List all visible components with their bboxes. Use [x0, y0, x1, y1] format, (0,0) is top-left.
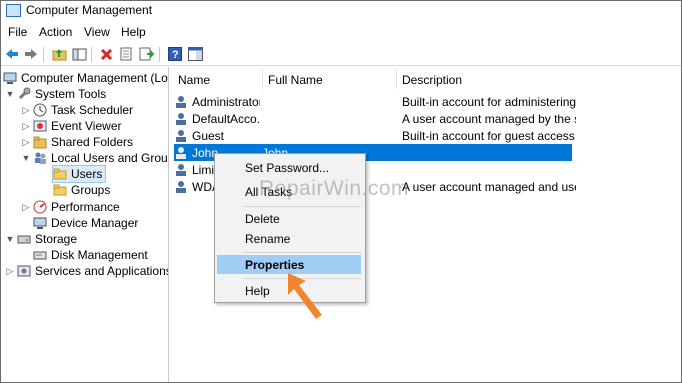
user-row-defaultaccount[interactable]: DefaultAcco... A user account managed by…: [174, 110, 576, 127]
tree-node-groups[interactable]: Groups: [53, 182, 110, 198]
tree-node-event-viewer[interactable]: ▷ Event Viewer: [21, 118, 122, 134]
menu-file[interactable]: File: [8, 25, 27, 39]
disk-icon: [33, 248, 47, 262]
tree-label: Device Manager: [51, 216, 139, 230]
help-icon[interactable]: ?: [167, 46, 183, 62]
user-name: Guest: [192, 128, 225, 143]
computer-management-window: Computer Management File Action View Hel…: [0, 0, 682, 383]
window-title: Computer Management: [26, 3, 153, 17]
tree-label: Groups: [71, 183, 111, 197]
user-icon: [174, 129, 188, 143]
user-description: A user account managed and use...: [402, 179, 576, 194]
toolbar: ?: [1, 43, 681, 66]
user-row-guest[interactable]: Guest Built-in account for guest access …: [174, 127, 576, 144]
tree-label: Services and Applications: [35, 264, 169, 278]
menu-action[interactable]: Action: [39, 25, 72, 39]
menu-bar: File Action View Help: [1, 23, 681, 41]
folder-icon: [53, 183, 67, 197]
services-icon: [17, 264, 31, 278]
title-bar: Computer Management: [1, 1, 681, 19]
tree-label: Storage: [35, 232, 78, 246]
tree-label: Computer Management (Local: [21, 71, 169, 85]
user-icon: [174, 180, 188, 194]
tree-label: Event Viewer: [51, 119, 122, 133]
menu-item-set-password[interactable]: Set Password...: [217, 158, 361, 177]
collapsed-arrow-icon[interactable]: ▷: [21, 137, 31, 148]
collapsed-arrow-icon[interactable]: ▷: [5, 266, 15, 277]
tree-label: Performance: [51, 200, 120, 214]
forward-icon[interactable]: [23, 46, 39, 62]
tree-label: Users: [71, 167, 103, 181]
collapsed-arrow-icon[interactable]: ▷: [21, 105, 31, 116]
user-name: DefaultAcco...: [192, 111, 260, 126]
computer-management-icon: [6, 4, 21, 17]
collapsed-arrow-icon[interactable]: ▷: [21, 121, 31, 132]
tree-node-storage[interactable]: ▼ Storage: [5, 231, 78, 247]
device-manager-icon: [33, 216, 47, 230]
shared-folder-icon: [33, 135, 47, 149]
tree-label: Local Users and Groups: [51, 151, 169, 165]
expanded-arrow-icon[interactable]: ▼: [5, 89, 15, 99]
user-row-administrator[interactable]: Administrator Built-in account for admin…: [174, 93, 576, 110]
menu-separator: [243, 206, 361, 207]
folder-icon: [53, 167, 67, 181]
user-icon: [174, 163, 188, 177]
tree-label: Disk Management: [51, 248, 148, 262]
svg-text:?: ?: [172, 49, 179, 61]
computer-icon: [3, 71, 17, 85]
column-header-name[interactable]: Name: [178, 73, 210, 87]
users-group-icon: [33, 151, 47, 165]
tree-node-disk-management[interactable]: Disk Management: [33, 247, 148, 263]
storage-icon: [17, 232, 31, 246]
menu-item-rename[interactable]: Rename: [217, 229, 361, 248]
user-icon: [174, 146, 188, 160]
event-viewer-icon: [33, 119, 47, 133]
column-header-description[interactable]: Description: [402, 73, 462, 87]
console-tree: Computer Management (Local ▼ System Tool…: [1, 67, 169, 382]
user-icon: [174, 95, 188, 109]
tree-label: System Tools: [35, 87, 107, 101]
tools-icon: [17, 87, 31, 101]
show-action-pane-icon[interactable]: [187, 46, 203, 62]
menu-help[interactable]: Help: [121, 25, 146, 39]
show-hide-tree-icon[interactable]: [71, 46, 87, 62]
tree-node-system-tools[interactable]: ▼ System Tools: [5, 86, 107, 102]
delete-icon[interactable]: [98, 46, 114, 62]
tree-node-shared-folders[interactable]: ▷ Shared Folders: [21, 134, 134, 150]
collapsed-arrow-icon[interactable]: ▷: [21, 202, 31, 213]
clock-icon: [33, 103, 47, 117]
export-icon[interactable]: [138, 46, 154, 62]
expanded-arrow-icon[interactable]: ▼: [21, 153, 31, 163]
tree-label: Task Scheduler: [51, 103, 134, 117]
user-description: Built-in account for administering...: [402, 94, 576, 109]
menu-separator: [243, 252, 361, 253]
menu-item-delete[interactable]: Delete: [217, 209, 361, 228]
tree-label: Shared Folders: [51, 135, 134, 149]
user-description: A user account managed by the s...: [402, 111, 576, 126]
performance-icon: [33, 200, 47, 214]
pointer-arrow-icon: [288, 273, 322, 319]
tree-node-local-users-and-groups[interactable]: ▼ Local Users and Groups: [21, 150, 169, 166]
tree-node-users[interactable]: Users: [51, 165, 107, 183]
user-name: Administrator: [192, 94, 260, 109]
menu-view[interactable]: View: [84, 25, 110, 39]
tree-node-performance[interactable]: ▷ Performance: [21, 199, 120, 215]
tree-node-device-manager[interactable]: Device Manager: [33, 215, 138, 231]
user-icon: [174, 112, 188, 126]
tree-node-task-scheduler[interactable]: ▷ Task Scheduler: [21, 102, 134, 118]
repairwin-watermark: RepairWin.com: [259, 177, 410, 200]
tree-node-services-and-applications[interactable]: ▷ Services and Applications: [5, 263, 169, 279]
user-description: Built-in account for guest access t...: [402, 128, 576, 143]
tree-node-computer-management[interactable]: Computer Management (Local: [3, 70, 169, 86]
properties-icon[interactable]: [118, 46, 134, 62]
back-icon[interactable]: [4, 46, 20, 62]
expanded-arrow-icon[interactable]: ▼: [5, 234, 15, 244]
column-header-full-name[interactable]: Full Name: [268, 73, 323, 87]
up-folder-icon[interactable]: [51, 46, 67, 62]
